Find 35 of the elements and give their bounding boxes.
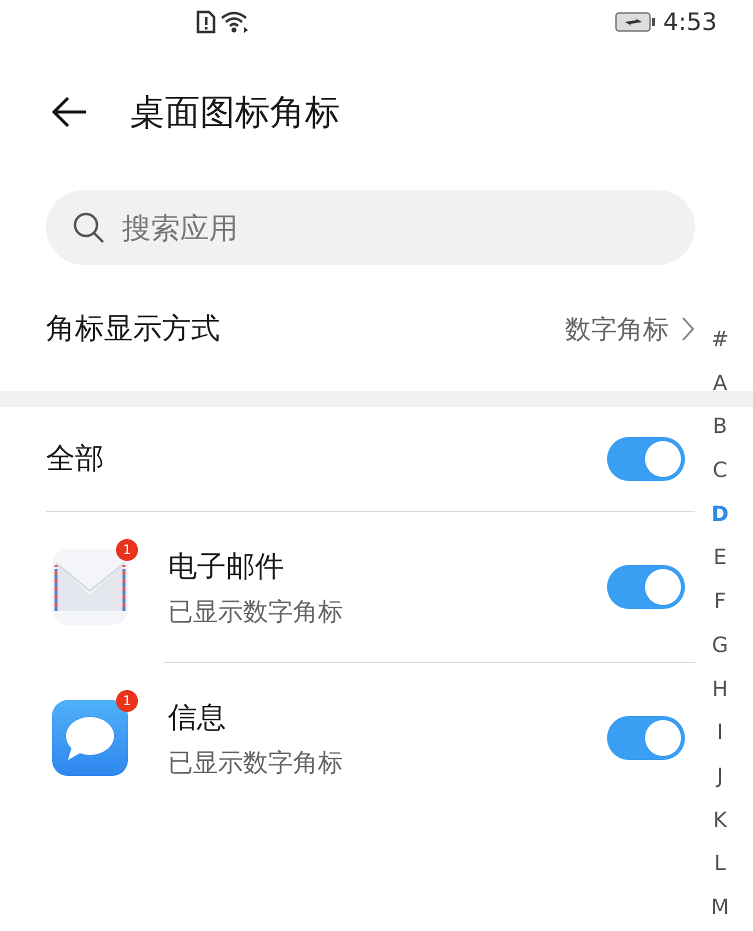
search-input[interactable]: 搜索应用 — [120, 210, 524, 246]
index-letter[interactable]: E — [705, 536, 735, 580]
page-title: 桌面图标角标 — [130, 92, 340, 134]
toggle-switch[interactable] — [607, 716, 685, 760]
toggle-switch[interactable] — [607, 437, 685, 481]
app-name: 电子邮件 — [168, 548, 285, 584]
index-letter[interactable]: # — [705, 318, 735, 362]
index-letter[interactable]: I — [705, 711, 735, 755]
notification-badge: 1 — [116, 539, 138, 561]
index-letter[interactable]: L — [705, 842, 735, 886]
app-status: 已显示数字角标 — [168, 746, 343, 778]
index-letter[interactable]: B — [705, 405, 735, 450]
index-letter[interactable]: C — [705, 449, 735, 493]
wifi-icon — [220, 10, 250, 34]
index-letter[interactable]: J — [705, 754, 735, 799]
app-name: 信息 — [168, 698, 227, 736]
index-letter[interactable]: G — [705, 624, 735, 668]
index-letter[interactable]: D — [705, 492, 735, 536]
status-time: 4:53 — [663, 8, 717, 36]
search-icon — [72, 210, 106, 244]
chevron-right-icon — [681, 316, 695, 342]
toggle-switch[interactable] — [607, 565, 685, 609]
search-bar[interactable]: 搜索应用 — [46, 190, 695, 265]
index-letter[interactable]: F — [705, 580, 735, 624]
all-label: 全部 — [46, 440, 104, 477]
sim-alert-icon — [196, 10, 216, 34]
index-letter[interactable]: H — [705, 668, 735, 712]
setting-value[interactable]: 数字角标 — [565, 312, 669, 346]
index-letter[interactable]: M — [705, 886, 735, 930]
setting-label: 角标显示方式 — [46, 310, 220, 347]
battery-charging-icon — [615, 11, 658, 33]
index-letter[interactable]: K — [705, 798, 735, 842]
notification-badge: 1 — [116, 690, 138, 712]
app-status: 已显示数字角标 — [168, 596, 343, 628]
index-letter[interactable]: A — [705, 362, 735, 406]
